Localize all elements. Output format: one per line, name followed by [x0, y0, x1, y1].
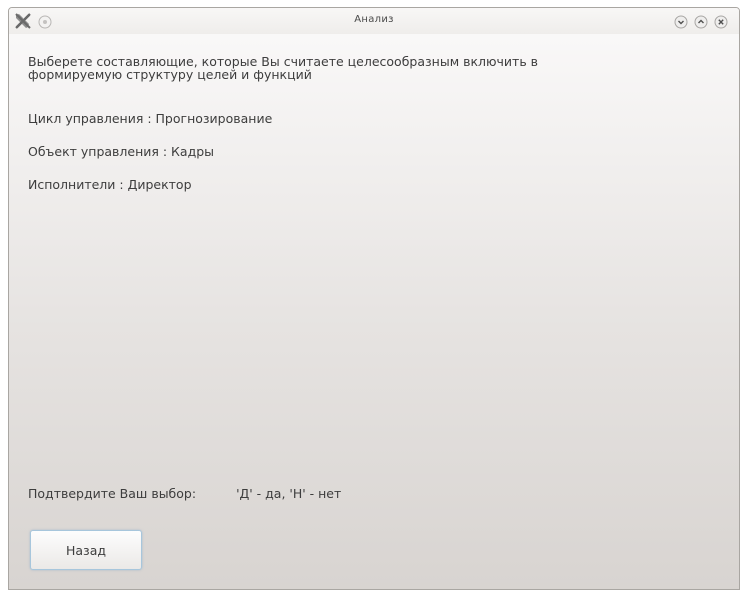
management-object-label: Объект управления : Кадры [28, 144, 215, 159]
confirm-label: Подтвердите Ваш выбор: [28, 486, 197, 501]
close-icon[interactable] [714, 14, 728, 29]
confirm-hint: 'Д' - да, 'Н' - нет [236, 486, 342, 501]
window-title: Анализ [354, 14, 394, 25]
management-cycle-label: Цикл управления : Прогнозирование [28, 111, 273, 126]
dialog-content: Выберете составляющие, которые Вы считае… [9, 34, 739, 589]
minimize-icon[interactable] [674, 14, 688, 29]
executors-label: Исполнители : Директор [28, 177, 192, 192]
maximize-icon[interactable] [694, 14, 708, 29]
confirm-row: Подтвердите Ваш выбор: 'Д' - да, 'Н' - не… [28, 486, 341, 501]
selection-prompt: Выберете составляющие, которые Вы считае… [28, 54, 539, 82]
back-button[interactable]: Назад [30, 530, 142, 570]
title-bar[interactable]: Анализ [9, 8, 739, 34]
dialog-window: Анализ Выберете составляющие, которые Вы… [8, 7, 740, 590]
